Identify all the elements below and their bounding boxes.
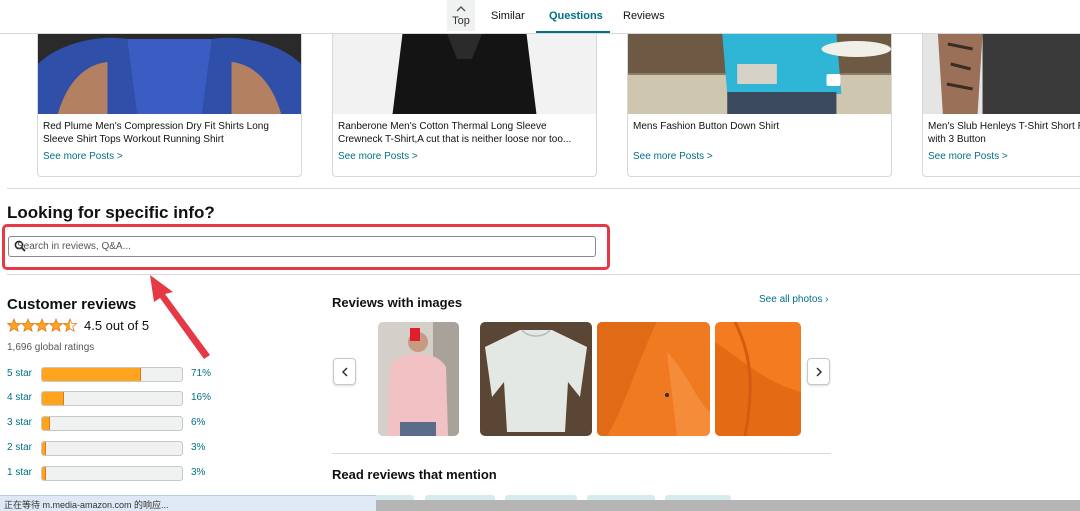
carousel-next-button[interactable]	[807, 358, 830, 385]
search-section-heading: Looking for specific info?	[7, 203, 215, 222]
histogram-bar[interactable]	[41, 367, 183, 382]
read-reviews-mention-heading: Read reviews that mention	[332, 467, 497, 482]
section-divider	[332, 453, 831, 454]
red-arrow-annotation	[150, 275, 210, 359]
histogram-star-label[interactable]: 4 star	[7, 392, 32, 403]
post-card[interactable]: Men's Slub Henleys T-Shirt Short Relaxed…	[922, 34, 1080, 177]
back-to-top-button[interactable]: Top	[447, 0, 475, 31]
posts-carousel: Red Plume Men's Compression Dry Fit Shir…	[0, 34, 1080, 179]
see-all-photos-link[interactable]: See all photos ›	[759, 294, 829, 305]
browser-status-bar: 正在等待 m.media-amazon.com 的响应...	[0, 495, 376, 511]
histogram-bar-fill	[42, 442, 47, 455]
review-image-thumbnail[interactable]	[715, 322, 801, 436]
histogram-star-label[interactable]: 3 star	[7, 417, 32, 428]
post-card[interactable]: Red Plume Men's Compression Dry Fit Shir…	[37, 34, 302, 177]
see-more-posts-link[interactable]: See more Posts >	[928, 151, 1008, 162]
search-input[interactable]	[17, 237, 587, 256]
histogram-percent[interactable]: 6%	[191, 417, 205, 428]
see-more-posts-link[interactable]: See more Posts >	[43, 151, 123, 162]
post-title[interactable]: Red Plume Men's Compression Dry Fit Shir…	[43, 120, 295, 146]
histogram-bar[interactable]	[41, 466, 183, 481]
histogram-percent[interactable]: 3%	[191, 442, 205, 453]
post-image[interactable]	[333, 34, 596, 114]
chevron-left-icon	[341, 367, 348, 377]
histogram-bar-fill	[42, 417, 51, 430]
section-divider	[7, 188, 1080, 189]
post-image[interactable]	[923, 34, 1080, 114]
histogram-bar-fill	[42, 392, 65, 405]
section-divider	[7, 274, 1080, 275]
see-more-posts-link[interactable]: See more Posts >	[338, 151, 418, 162]
post-card[interactable]: Ranberone Men's Cotton Thermal Long Slee…	[332, 34, 597, 177]
histogram-percent[interactable]: 3%	[191, 467, 205, 478]
histogram-bar[interactable]	[41, 441, 183, 456]
post-title[interactable]: Mens Fashion Button Down Shirt	[633, 120, 885, 133]
tab-reviews[interactable]: Reviews	[623, 10, 665, 22]
histogram-bar[interactable]	[41, 416, 183, 431]
histogram-star-label[interactable]: 1 star	[7, 467, 32, 478]
chevron-up-icon	[447, 0, 475, 15]
post-image[interactable]	[628, 34, 891, 114]
histogram-bar[interactable]	[41, 391, 183, 406]
review-search-box[interactable]	[8, 236, 596, 257]
review-image-thumbnail[interactable]	[480, 322, 592, 436]
histogram-row-1-star[interactable]: 1 star 3%	[7, 466, 237, 482]
section-nav-bar: Top Similar Questions Reviews	[0, 0, 1080, 34]
chevron-right-icon	[815, 367, 822, 377]
histogram-row-5-star[interactable]: 5 star 71%	[7, 367, 237, 383]
histogram-percent[interactable]: 16%	[191, 392, 211, 403]
review-image-thumbnail[interactable]	[597, 322, 710, 436]
average-rating-text: 4.5 out of 5	[84, 318, 150, 333]
histogram-bar-fill	[42, 467, 47, 480]
review-image-thumbnail[interactable]	[378, 322, 459, 436]
back-to-top-label: Top	[452, 15, 470, 27]
post-card[interactable]: Mens Fashion Button Down Shirt See more …	[627, 34, 892, 177]
carousel-prev-button[interactable]	[333, 358, 356, 385]
tab-similar[interactable]: Similar	[491, 10, 525, 22]
reviews-with-images-heading: Reviews with images	[332, 295, 463, 310]
histogram-star-label[interactable]: 2 star	[7, 442, 32, 453]
post-title[interactable]: Men's Slub Henleys T-Shirt Short Relaxed…	[928, 120, 1080, 146]
histogram-row-3-star[interactable]: 3 star 6%	[7, 416, 237, 432]
see-more-posts-link[interactable]: See more Posts >	[633, 151, 713, 162]
histogram-percent[interactable]: 71%	[191, 368, 211, 379]
tab-questions[interactable]: Questions	[549, 10, 603, 22]
post-title[interactable]: Ranberone Men's Cotton Thermal Long Slee…	[338, 120, 590, 146]
histogram-row-4-star[interactable]: 4 star 16%	[7, 391, 237, 407]
horizontal-scrollbar[interactable]	[376, 500, 1080, 511]
histogram-bar-fill	[42, 368, 142, 381]
star-rating-icon	[7, 318, 77, 332]
post-image[interactable]	[38, 34, 301, 114]
histogram-star-label[interactable]: 5 star	[7, 368, 32, 379]
active-tab-indicator	[536, 31, 610, 33]
customer-reviews-heading: Customer reviews	[7, 296, 137, 313]
global-ratings-count: 1,696 global ratings	[7, 342, 95, 353]
histogram-row-2-star[interactable]: 2 star 3%	[7, 441, 237, 457]
